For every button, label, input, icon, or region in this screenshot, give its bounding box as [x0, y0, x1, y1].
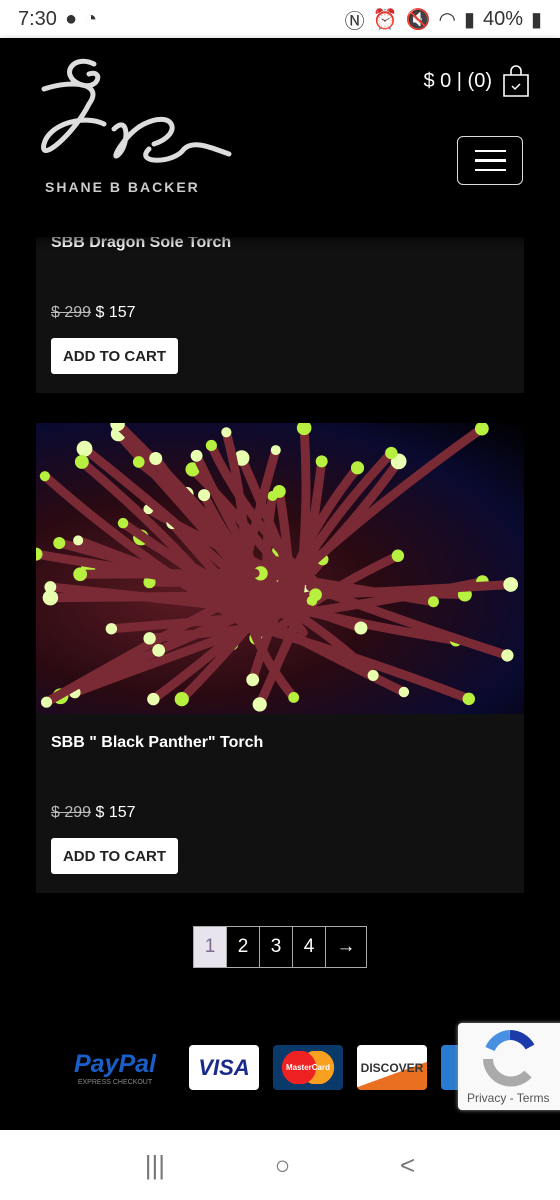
next-page-link[interactable]: → — [326, 927, 366, 967]
hamburger-menu-button[interactable] — [457, 136, 523, 185]
product-card: SBB " Black Panther" Torch $ 299 $ 157 A… — [36, 423, 524, 893]
cart-summary[interactable]: $ 0 | (0) — [423, 64, 530, 98]
page-1-link[interactable]: 1 — [194, 927, 227, 967]
add-to-cart-button[interactable]: ADD TO CART — [51, 838, 178, 874]
product-price: $ 299 $ 157 — [51, 304, 136, 322]
logo[interactable] — [34, 54, 234, 174]
sale-price: $ 157 — [95, 804, 136, 821]
back-button[interactable]: < — [400, 1150, 415, 1181]
clock: 7:30 — [18, 7, 57, 30]
shopping-bag-icon — [503, 65, 529, 97]
visa-logo: VISA — [189, 1045, 259, 1090]
home-button[interactable]: ○ — [275, 1150, 291, 1181]
recent-apps-button[interactable]: ||| — [145, 1150, 165, 1181]
snapchat-icon: ● — [64, 7, 78, 30]
battery-level: 40% — [482, 7, 523, 30]
brand-name: SHANE B BACKER — [45, 179, 200, 195]
signal-icon: ▮ — [463, 8, 475, 31]
add-to-cart-button[interactable]: ADD TO CART — [51, 338, 178, 374]
cart-total: $ 0 | (0) — [423, 69, 492, 92]
paypal-logo: PayPal EXPRESS CHECKOUT — [73, 1049, 156, 1086]
nfc-icon: Ⓝ — [344, 10, 365, 33]
sale-price: $ 157 — [95, 304, 136, 321]
android-nav-bar: ||| ○ < — [0, 1130, 560, 1200]
page-2-link[interactable]: 2 — [227, 927, 260, 967]
site-header: SHANE B BACKER $ 0 | (0) — [0, 38, 560, 237]
product-title[interactable]: SBB " Black Panther" Torch — [51, 734, 263, 752]
mute-icon: 🔇 — [405, 8, 431, 31]
status-bar: 7:30 ● ◔ Ⓝ ⏰ 🔇 ◠ ▮ 40% ▮ — [0, 0, 560, 38]
old-price: $ 299 — [51, 804, 92, 821]
old-price: $ 299 — [51, 304, 92, 321]
page-4-link[interactable]: 4 — [293, 927, 326, 967]
product-price: $ 299 $ 157 — [51, 804, 136, 822]
page-3-link[interactable]: 3 — [260, 927, 293, 967]
product-image[interactable] — [36, 423, 524, 714]
recaptcha-badge[interactable]: Privacy - Terms — [458, 1023, 560, 1110]
pagination: 1 2 3 4 → — [193, 926, 367, 968]
payment-methods: PayPal EXPRESS CHECKOUT VISA MasterCard D… — [55, 1045, 511, 1090]
recaptcha-links[interactable]: Privacy - Terms — [467, 1091, 549, 1105]
alarm-icon: ⏰ — [372, 8, 398, 31]
timer-icon: ◔ — [85, 7, 98, 30]
wifi-icon: ◠ — [438, 8, 456, 31]
discover-logo: DISCOVER — [357, 1045, 427, 1090]
recaptcha-icon — [483, 1030, 535, 1087]
battery-icon: ▮ — [530, 8, 542, 31]
mastercard-logo: MasterCard — [273, 1045, 343, 1090]
